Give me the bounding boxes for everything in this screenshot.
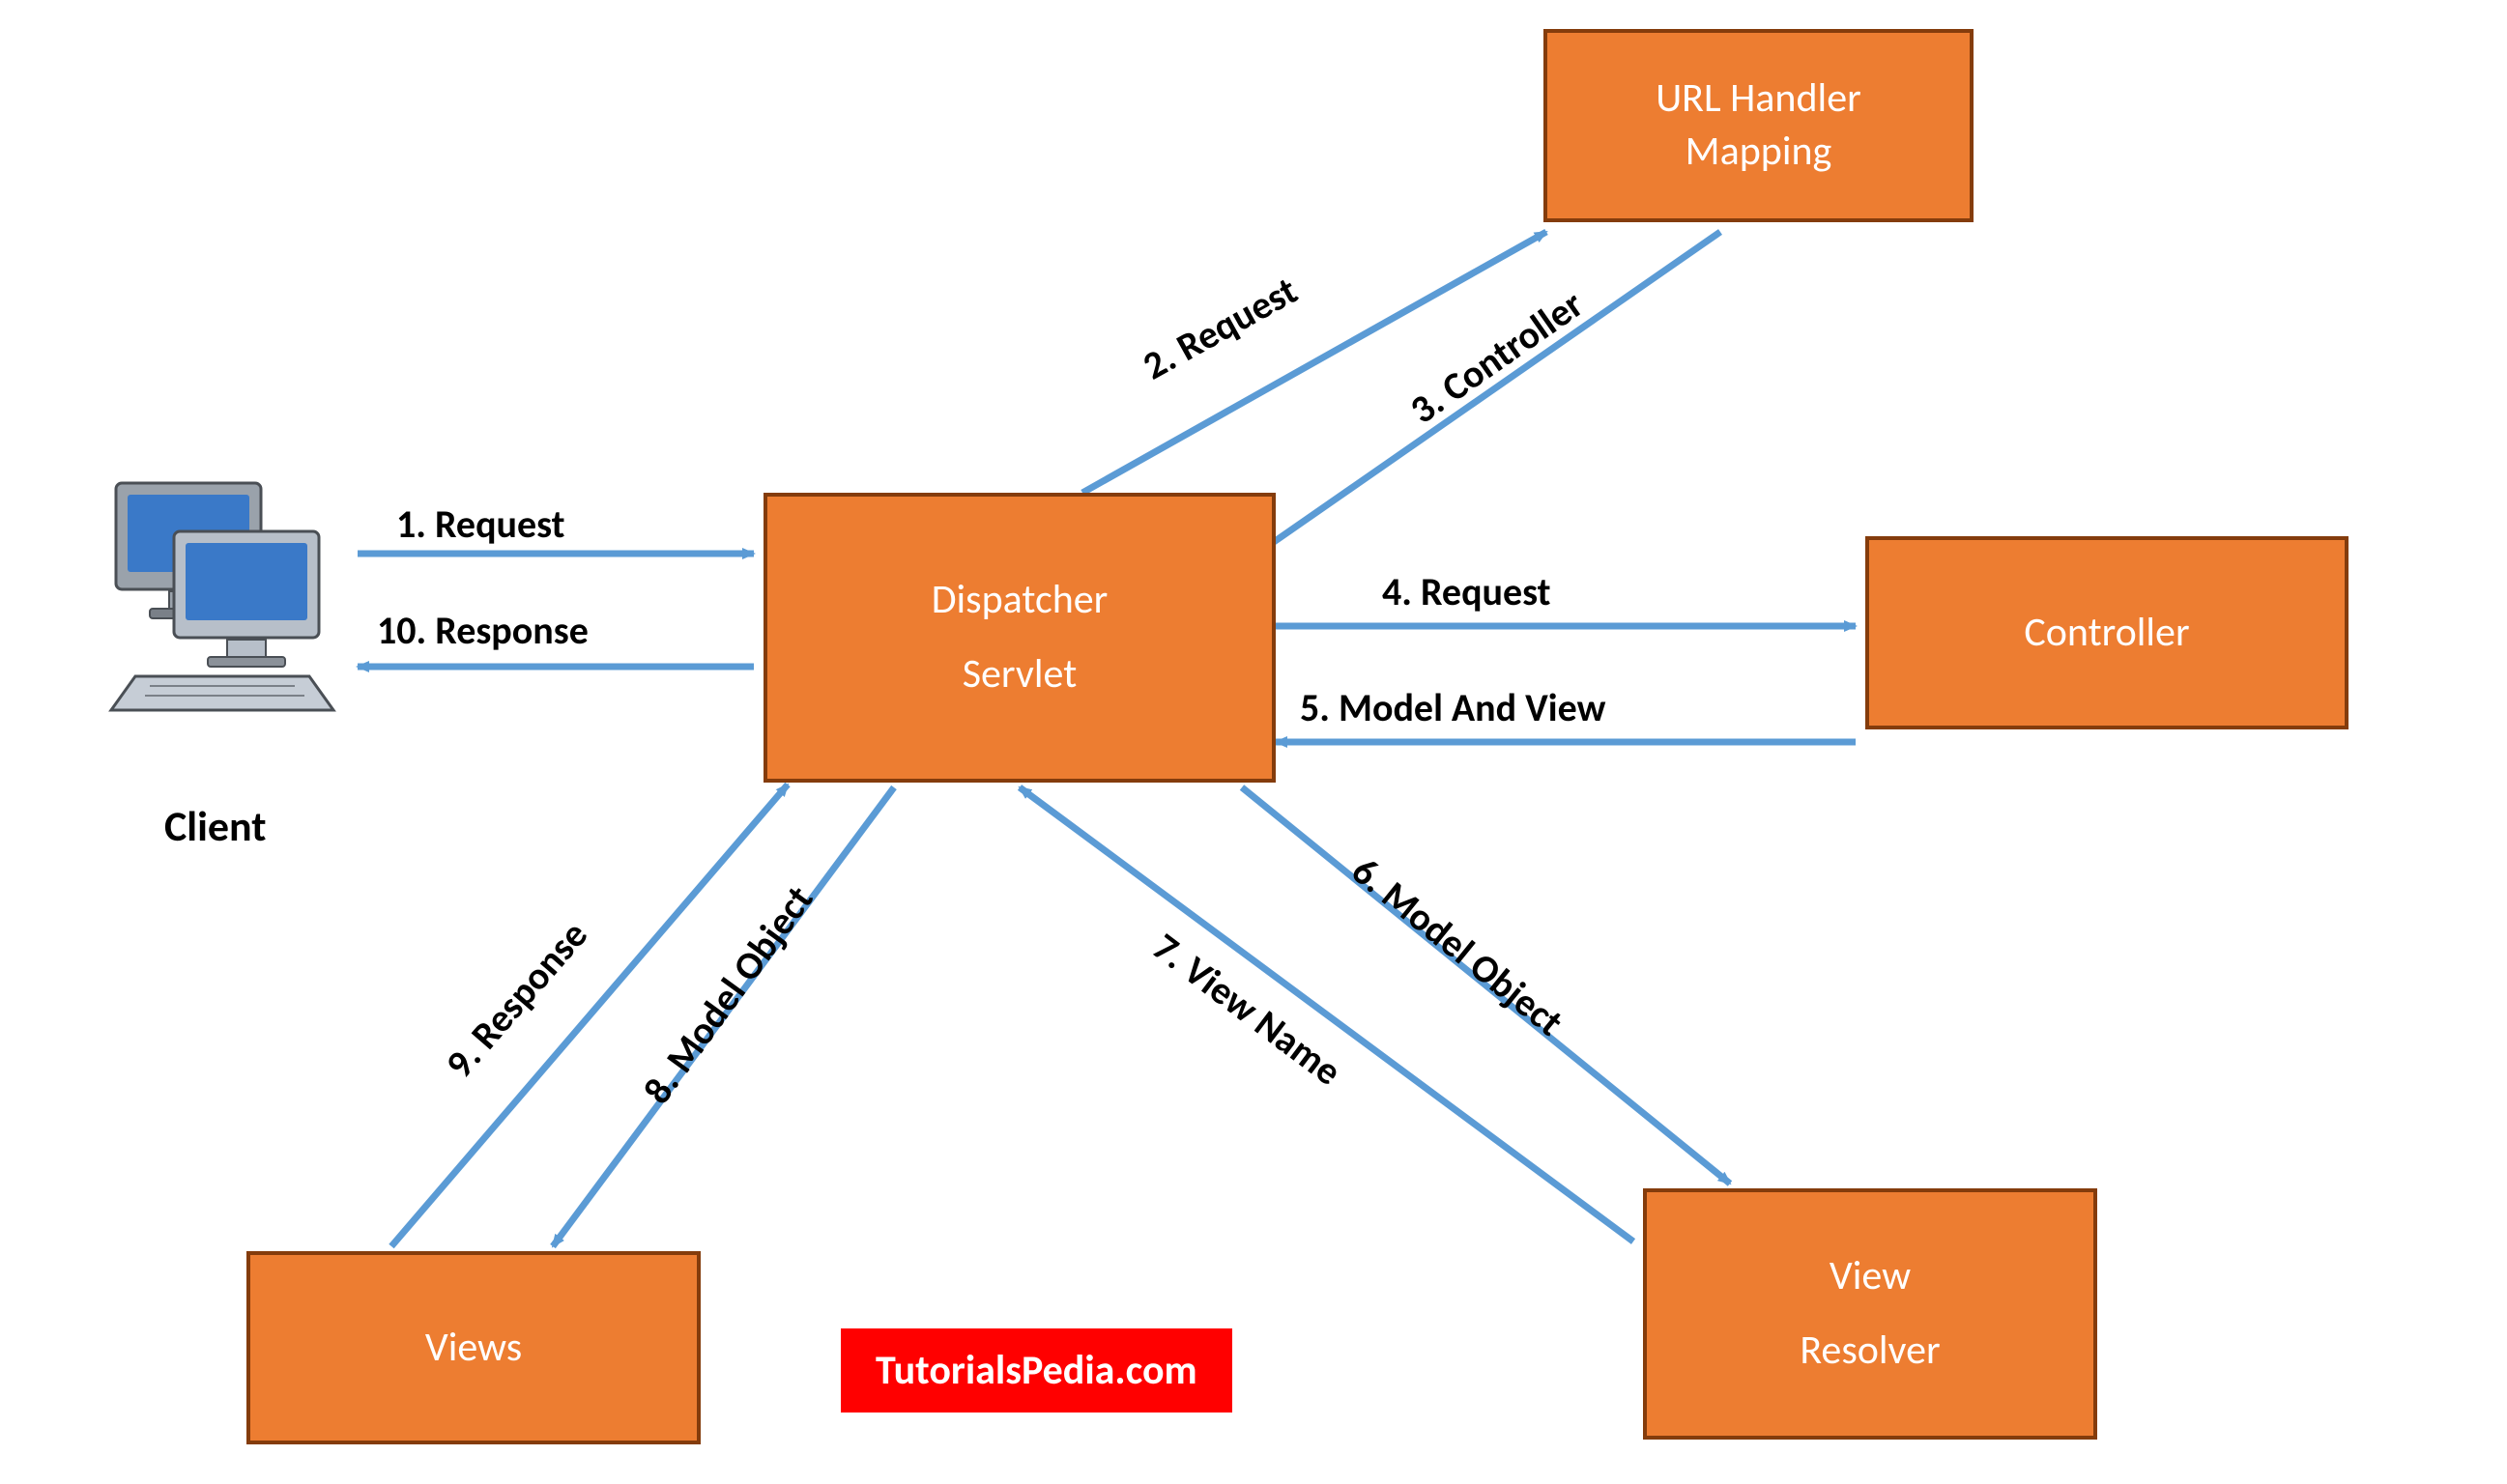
url-handler-mapping-box: URL Handler Mapping [1543,29,1974,222]
edge-7-label: 7. View Name [1144,923,1351,1095]
urlhandler-line1: URL Handler [1656,72,1861,126]
client-label: Client [164,800,267,852]
edge-2-label: 2. Request [1135,267,1305,389]
edge-10-label: 10. Response [377,607,589,654]
edge-8-label: 8. Model Object [633,876,822,1112]
controller-label: Controller [2024,607,2189,660]
edge-3-label: 3. Controller [1401,280,1593,434]
views-label: Views [425,1322,522,1375]
viewresolver-line2: Resolver [1800,1325,1940,1378]
dispatcher-line1: Dispatcher [932,574,1109,627]
client-icon [97,473,353,729]
diagram-canvas: Client Dispatcher Servlet URL Handler Ma… [0,0,2507,1484]
edge-5-label: 5. Model And View [1300,684,1605,731]
edge-9-label: 9. Response [436,911,597,1087]
controller-box: Controller [1865,536,2349,729]
dispatcher-line2: Servlet [963,648,1078,701]
views-box: Views [246,1251,701,1444]
urlhandler-line2: Mapping [1686,126,1832,179]
edge-1-label: 1. Request [396,500,565,548]
viewresolver-line1: View [1830,1250,1911,1303]
watermark: TutorialsPedia.com [841,1328,1232,1413]
edge-6-label: 6. Model Object [1342,847,1572,1046]
view-resolver-box: View Resolver [1643,1188,2097,1440]
edge-4-label: 4. Request [1382,568,1551,615]
dispatcher-servlet-box: Dispatcher Servlet [764,493,1276,783]
